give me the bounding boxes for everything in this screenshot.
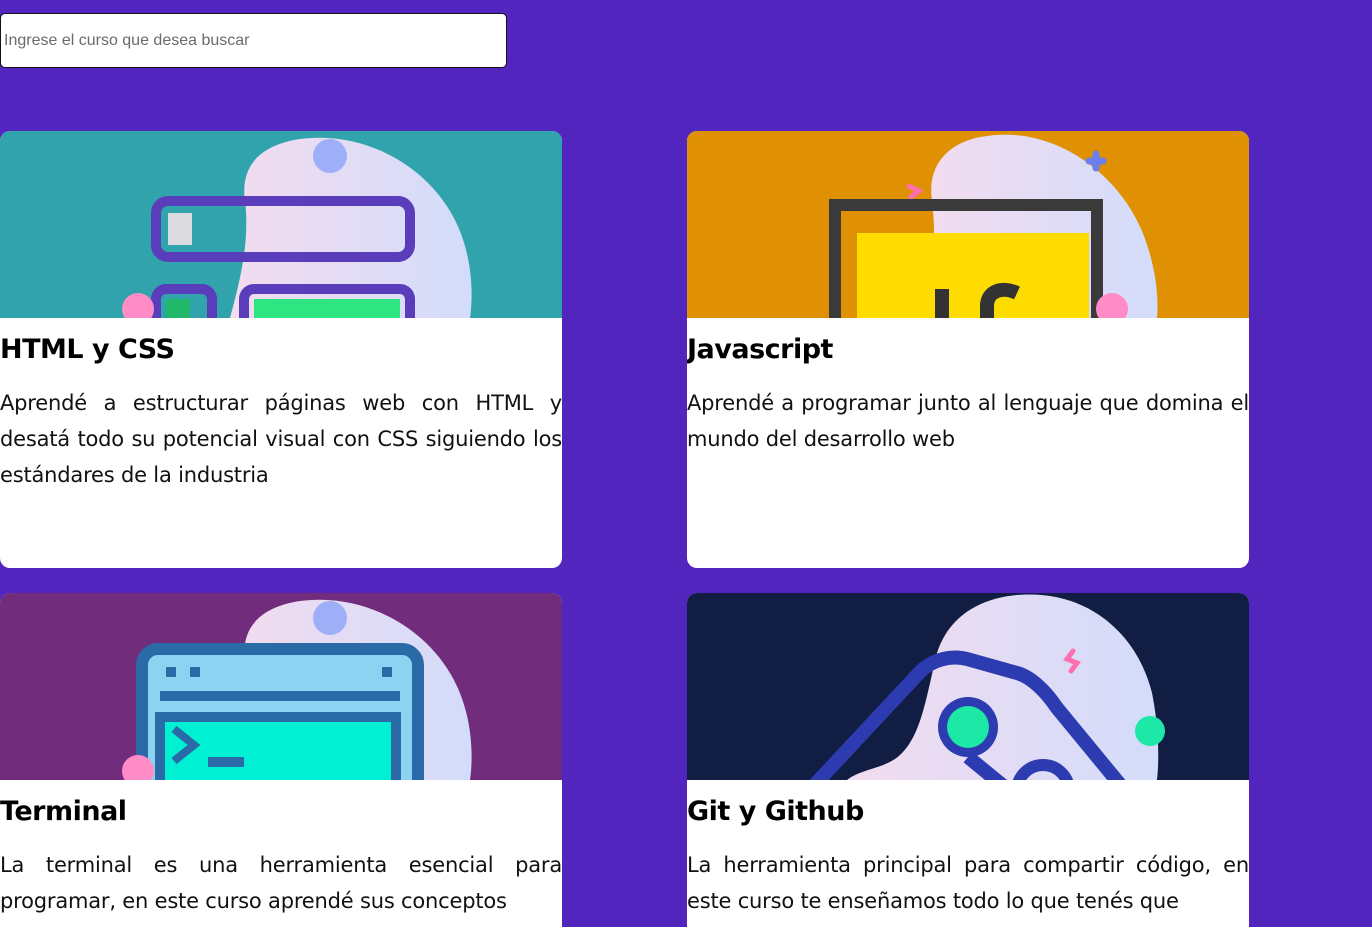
course-card-git-github[interactable]: Git y Github La herramienta principal pa… (687, 593, 1249, 927)
course-description: Aprendé a estructurar páginas web con HT… (0, 391, 562, 487)
git-illustration-icon (687, 593, 1249, 780)
course-description: La terminal es una herramienta esencial … (0, 853, 562, 913)
terminal-illustration-icon (0, 593, 562, 780)
course-title: Terminal (0, 796, 127, 827)
course-card-javascript[interactable]: Javascript Aprendé a programar junto al … (687, 131, 1249, 568)
course-description: Aprendé a programar junto al lenguaje qu… (687, 391, 1249, 451)
course-card-terminal[interactable]: Terminal La terminal es una herramienta … (0, 593, 562, 927)
course-title: Javascript (687, 334, 833, 365)
search-bar (0, 13, 507, 68)
course-card-html-css[interactable]: HTML y CSS Aprendé a estructurar páginas… (0, 131, 562, 568)
course-title: Git y Github (687, 796, 864, 827)
course-title: HTML y CSS (0, 334, 175, 365)
javascript-illustration-icon (687, 131, 1249, 318)
search-input[interactable] (0, 13, 507, 68)
course-description: La herramienta principal para compartir … (687, 853, 1249, 913)
html-css-illustration-icon (0, 131, 562, 318)
